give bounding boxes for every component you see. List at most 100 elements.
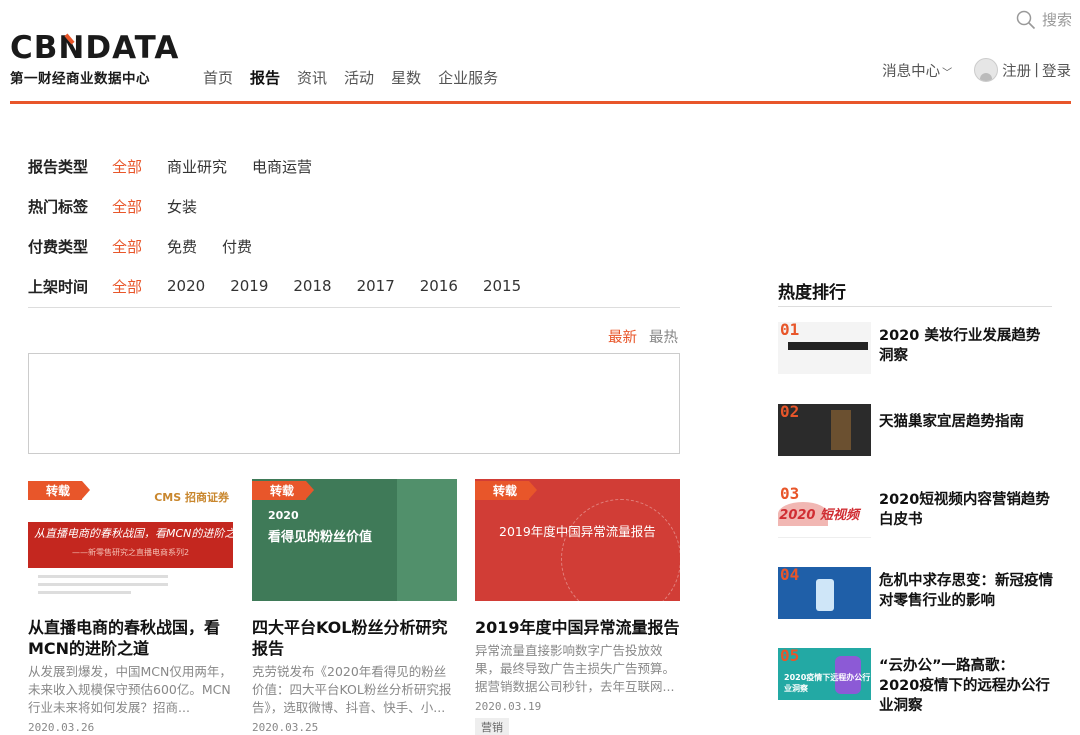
filter-row-report-type: 报告类型 全部 商业研究 电商运营	[28, 146, 680, 186]
filter-row-pay-type: 付费类型 全部 免费 付费	[28, 226, 680, 266]
filter-option[interactable]: 电商运营	[252, 156, 312, 177]
message-center-dropdown[interactable]: 消息中心 ﹀	[882, 60, 952, 81]
repost-badge: 转载	[252, 481, 315, 500]
user-area: 消息中心 ﹀ 注册 | 登录	[882, 58, 1071, 82]
report-description: 从发展到爆发，中国MCN仅用两年，未来收入规模保守预估600亿。MCN行业未来将…	[28, 664, 232, 715]
avatar-icon[interactable]	[974, 58, 999, 82]
ranking-title[interactable]: 2020短视频内容营销趋势白皮书	[879, 490, 1053, 530]
report-thumbnail[interactable]: 转载 2019年度中国异常流量报告	[475, 479, 680, 601]
main-nav: 首页 报告 资讯 活动 星数 企业服务	[203, 67, 515, 88]
header-divider	[10, 101, 1071, 104]
filter-divider	[28, 307, 680, 308]
nav-item-stars[interactable]: 星数	[391, 67, 421, 88]
report-thumbnail[interactable]: 转载 2020 看得见的粉丝价值	[252, 479, 457, 601]
filter-option[interactable]: 2020	[167, 277, 205, 295]
category-tag[interactable]: 营销	[475, 718, 509, 735]
rank-number: 04	[780, 565, 800, 584]
report-date: 2020.03.26	[28, 721, 95, 734]
report-card[interactable]: 转载 2019年度中国异常流量报告 2019年度中国异常流量报告 异常流量直接影…	[475, 479, 680, 735]
report-title[interactable]: 从直播电商的春秋战国，看MCN的进阶之道	[28, 617, 233, 659]
report-description: 克劳锐发布《2020年看得见的粉丝价值：四大平台KOL粉丝分析研究报告》，选取微…	[252, 664, 452, 715]
filter-option[interactable]: 2017	[357, 277, 395, 295]
filter-option[interactable]: 免费	[167, 236, 197, 257]
rank-number: 03	[780, 484, 800, 503]
search-icon	[1016, 10, 1036, 29]
filter-option[interactable]: 全部	[112, 276, 142, 297]
filter-row-publish-time: 上架时间 全部 2020 2019 2018 2017 2016 2015	[28, 266, 680, 306]
filter-label: 上架时间	[28, 277, 89, 296]
rank-number: 01	[780, 320, 800, 339]
thumbnail-title: 看得见的粉丝价值	[268, 530, 373, 545]
filter-option[interactable]: 全部	[112, 156, 142, 177]
ranking-item[interactable]: 02 天猫巢家宜居趋势指南	[778, 402, 1053, 466]
report-title[interactable]: 四大平台KOL粉丝分析研究报告	[252, 617, 457, 659]
ranking-item[interactable]: 04 危机中求存思变：新冠疫情对零售行业的影响	[778, 565, 1053, 629]
brand-logo: CMS 招商证券	[154, 491, 229, 504]
thumbnail-band: 从直播电商的春秋战国，看MCN的进阶之道 ——新零售研究之直播电商系列2	[28, 522, 233, 568]
nav-item-events[interactable]: 活动	[344, 67, 374, 88]
ranking-item[interactable]: 01 2020 美妆行业发展趋势洞察	[778, 320, 1053, 384]
nav-item-enterprise[interactable]: 企业服务	[438, 67, 498, 88]
logo-wordmark: CB N DATA	[10, 30, 180, 66]
rank-number: 05	[780, 646, 800, 665]
chevron-down-icon: ﹀	[942, 67, 953, 79]
sidebar-heading: 热度排行	[778, 283, 846, 303]
nav-item-home[interactable]: 首页	[203, 67, 233, 88]
repost-badge: 转载	[475, 481, 538, 500]
thumbnail-subtitle: ——新零售研究之直播电商系列2	[71, 548, 190, 557]
thumbnail-decoration	[561, 499, 680, 601]
report-card[interactable]: 转载 2020 看得见的粉丝价值 四大平台KOL粉丝分析研究报告 克劳锐发布《2…	[252, 479, 457, 734]
filter-option[interactable]: 付费	[222, 236, 252, 257]
search-button[interactable]: 搜索	[1016, 9, 1072, 30]
thumbnail-title: 2019年度中国异常流量报告	[499, 524, 656, 539]
ranking-item[interactable]: 2020 短视频 03 2020短视频内容营销趋势白皮书	[778, 484, 1053, 548]
search-label: 搜索	[1041, 11, 1072, 29]
thumbnail-decoration	[397, 479, 457, 601]
sort-toggle: 最新 最热	[608, 326, 678, 347]
separator: |	[1034, 62, 1039, 78]
nav-item-reports[interactable]: 报告	[250, 67, 280, 88]
sidebar-divider	[778, 306, 1052, 307]
filter-option[interactable]: 2019	[230, 277, 268, 295]
report-card[interactable]: 转载 CMS 招商证券 从直播电商的春秋战国，看MCN的进阶之道 ——新零售研究…	[28, 479, 233, 734]
filter-label: 热门标签	[28, 197, 89, 216]
sort-hottest[interactable]: 最热	[649, 326, 678, 347]
report-title[interactable]: 2019年度中国异常流量报告	[475, 617, 680, 638]
report-thumbnail[interactable]: 转载 CMS 招商证券 从直播电商的春秋战国，看MCN的进阶之道 ——新零售研究…	[28, 479, 233, 601]
ranking-title[interactable]: 天猫巢家宜居趋势指南	[879, 412, 1053, 432]
logo-subtitle: 第一财经商业数据中心	[10, 71, 150, 87]
login-link[interactable]: 登录	[1042, 60, 1071, 81]
banner-placeholder	[28, 353, 680, 454]
site-logo[interactable]: CB N DATA 第一财经商业数据中心	[10, 32, 179, 87]
filter-option[interactable]: 全部	[112, 236, 142, 257]
report-date: 2020.03.25	[252, 721, 319, 734]
nav-item-news[interactable]: 资讯	[297, 67, 327, 88]
register-link[interactable]: 注册	[1002, 60, 1031, 81]
filter-option[interactable]: 女装	[167, 196, 197, 217]
ranking-title[interactable]: 2020 美妆行业发展趋势洞察	[879, 326, 1053, 366]
report-description: 异常流量直接影响数字广告投放效果，最终导致广告主损失广告预算。据营销数据公司秒针…	[475, 643, 676, 694]
filter-option[interactable]: 2016	[420, 277, 458, 295]
filter-option[interactable]: 商业研究	[167, 156, 227, 177]
message-center-label: 消息中心	[882, 63, 941, 80]
filter-panel: 报告类型 全部 商业研究 电商运营 热门标签 全部 女装 付费类型 全部 免费 …	[28, 146, 680, 306]
thumbnail-text: 2020疫情下远程办公行业洞察	[784, 673, 871, 693]
thumbnail-decoration	[816, 579, 834, 611]
page: 搜索 CB N DATA 第一财经商业数据中心 首页 报告 资讯 活动 星数 企业服…	[0, 0, 1080, 735]
sort-newest[interactable]: 最新	[608, 326, 637, 347]
report-date: 2020.03.19	[475, 700, 542, 713]
thumbnail-text: 2020 看得见的粉丝价值	[268, 509, 372, 545]
thumbnail-decoration	[831, 410, 851, 450]
filter-label: 报告类型	[28, 157, 89, 176]
filter-option[interactable]: 全部	[112, 196, 142, 217]
filter-label: 付费类型	[28, 237, 89, 256]
ranking-item[interactable]: 2020疫情下远程办公行业洞察 05 “云办公”一路高歌：2020疫情下的远程办…	[778, 646, 1052, 714]
thumbnail-title: 从直播电商的春秋战国，看MCN的进阶之道	[34, 527, 233, 540]
thumbnail-text: 2020 短视频	[779, 508, 859, 523]
ranking-title[interactable]: 危机中求存思变：新冠疫情对零售行业的影响	[879, 571, 1053, 611]
thumbnail-text-lines	[38, 575, 223, 599]
filter-option[interactable]: 2015	[483, 277, 521, 295]
ranking-title[interactable]: “云办公”一路高歌：2020疫情下的远程办公行业洞察	[879, 656, 1053, 716]
thumbnail-year: 2020	[268, 509, 299, 522]
filter-option[interactable]: 2018	[293, 277, 331, 295]
